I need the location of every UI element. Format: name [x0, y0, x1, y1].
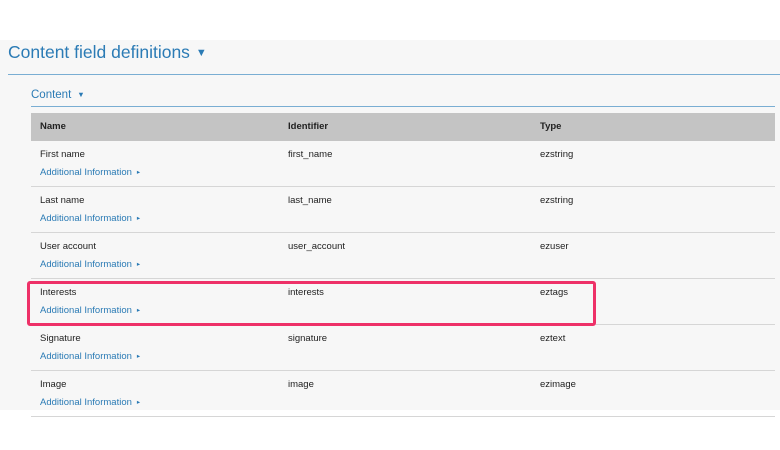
table-row: Signature signature eztext Additional Infor…: [31, 325, 775, 371]
field-type: ezstring: [540, 195, 574, 206]
additional-information-link[interactable]: Additional Information ▸: [40, 213, 140, 224]
section-title[interactable]: Content field definitions ▼: [8, 42, 207, 63]
table-row: User account user_account ezuser Additional…: [31, 233, 775, 279]
field-name: Image: [40, 379, 67, 390]
column-header-name: Name: [40, 121, 66, 132]
field-type: eztext: [540, 333, 566, 344]
field-identifier: first_name: [288, 149, 333, 160]
table-row: First name first_name ezstring Additional I…: [31, 141, 775, 187]
table-header: Name Identifier Type: [31, 113, 775, 141]
additional-information-link[interactable]: Additional Information ▸: [40, 259, 140, 270]
table-row: Image image ezimage Additional Information ▸: [31, 371, 775, 417]
title-divider: [8, 74, 780, 75]
field-identifier: image: [288, 379, 314, 390]
field-identifier: last_name: [288, 195, 332, 206]
expand-triangle-icon: ▸: [136, 353, 141, 360]
collapse-caret-icon[interactable]: ▼: [196, 47, 207, 59]
field-identifier: user_account: [288, 241, 346, 252]
additional-information-label: Additional Information: [40, 167, 132, 178]
group-divider: [31, 106, 775, 107]
highlight-box: [27, 281, 596, 326]
field-name: Last name: [40, 195, 85, 206]
field-name: Signature: [40, 333, 81, 344]
additional-information-link[interactable]: Additional Information ▸: [40, 167, 140, 178]
field-name: First name: [40, 149, 85, 160]
additional-information-label: Additional Information: [40, 397, 132, 408]
additional-information-link[interactable]: Additional Information ▸: [40, 351, 140, 362]
table-row: Last name last_name ezstring Additional Inf…: [31, 187, 775, 233]
field-type: ezuser: [540, 241, 569, 252]
group-title-text: Content: [31, 89, 72, 101]
additional-information-link[interactable]: Additional Information ▸: [40, 397, 140, 408]
field-type: ezstring: [540, 149, 574, 160]
expand-triangle-icon: ▸: [136, 261, 141, 268]
section-title-text: Content field definitions: [8, 42, 190, 62]
additional-information-label: Additional Information: [40, 351, 132, 362]
additional-information-label: Additional Information: [40, 213, 132, 224]
column-header-type: Type: [540, 121, 562, 132]
field-type: ezimage: [540, 379, 576, 390]
expand-triangle-icon: ▸: [136, 215, 141, 222]
expand-triangle-icon: ▸: [136, 169, 141, 176]
field-name: User account: [40, 241, 96, 252]
field-identifier: signature: [288, 333, 328, 344]
group-caret-icon[interactable]: ▼: [77, 90, 84, 99]
group-title[interactable]: Content ▼: [31, 89, 85, 101]
expand-triangle-icon: ▸: [136, 399, 141, 406]
column-header-identifier: Identifier: [288, 121, 329, 132]
additional-information-label: Additional Information: [40, 259, 132, 270]
